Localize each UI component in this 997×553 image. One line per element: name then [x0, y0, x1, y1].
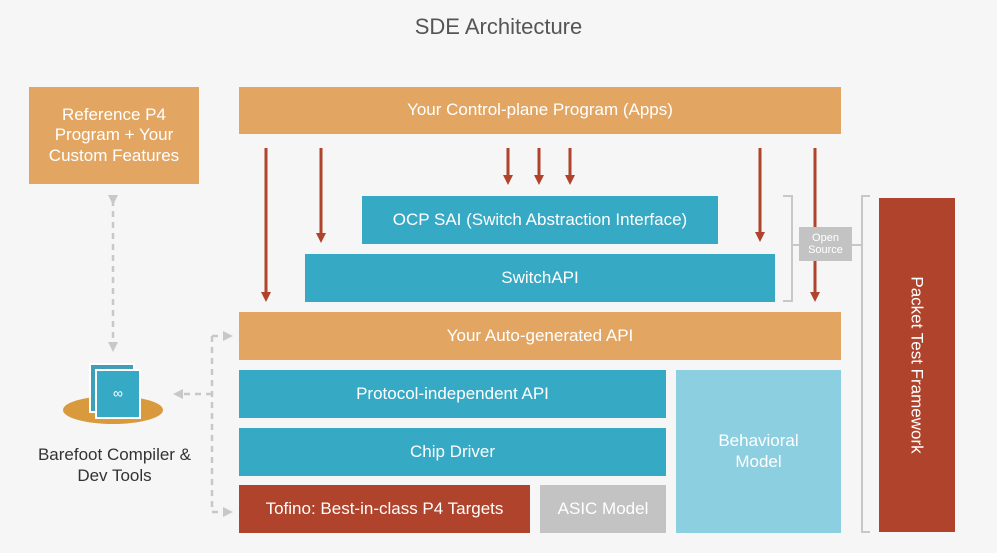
auto-api-label: Your Auto-generated API	[446, 325, 634, 345]
reference-p4-label: Reference P4 Program + Your Custom Featu…	[48, 104, 180, 165]
tofino-box: Tofino: Best-in-class P4 Targets	[239, 485, 530, 533]
packet-test-framework-box: Packet Test Framework	[879, 198, 955, 532]
compiler-icon: ∞	[63, 363, 163, 424]
ptf-bracket	[861, 195, 870, 533]
behavioral-model-label: Behavioral Model	[718, 431, 799, 471]
auto-api-box: Your Auto-generated API	[239, 312, 841, 360]
switch-api-label: SwitchAPI	[501, 267, 579, 287]
svg-text:∞: ∞	[113, 385, 123, 401]
reference-p4-box: Reference P4 Program + Your Custom Featu…	[29, 87, 199, 184]
ocp-sai-label: OCP SAI (Switch Abstraction Interface)	[392, 209, 688, 229]
asic-model-box: ASIC Model	[540, 485, 666, 533]
asic-model-label: ASIC Model	[557, 498, 649, 518]
open-source-label: Open Source	[808, 231, 843, 256]
open-source-tag: Open Source	[799, 227, 852, 261]
tofino-label: Tofino: Best-in-class P4 Targets	[265, 498, 504, 518]
chip-driver-label: Chip Driver	[409, 441, 496, 461]
ocp-sai-box: OCP SAI (Switch Abstraction Interface)	[362, 196, 718, 244]
protocol-api-box: Protocol-independent API	[239, 370, 666, 418]
open-source-bracket	[783, 195, 793, 302]
control-plane-box: Your Control-plane Program (Apps)	[239, 87, 841, 134]
control-plane-label: Your Control-plane Program (Apps)	[407, 100, 673, 120]
behavioral-model-box: Behavioral Model	[676, 370, 841, 533]
protocol-api-label: Protocol-independent API	[356, 383, 549, 403]
chip-driver-box: Chip Driver	[239, 428, 666, 476]
packet-test-framework-label: Packet Test Framework	[908, 276, 928, 454]
compiler-label: Barefoot Compiler & Dev Tools	[37, 445, 192, 486]
switch-api-box: SwitchAPI	[305, 254, 775, 302]
